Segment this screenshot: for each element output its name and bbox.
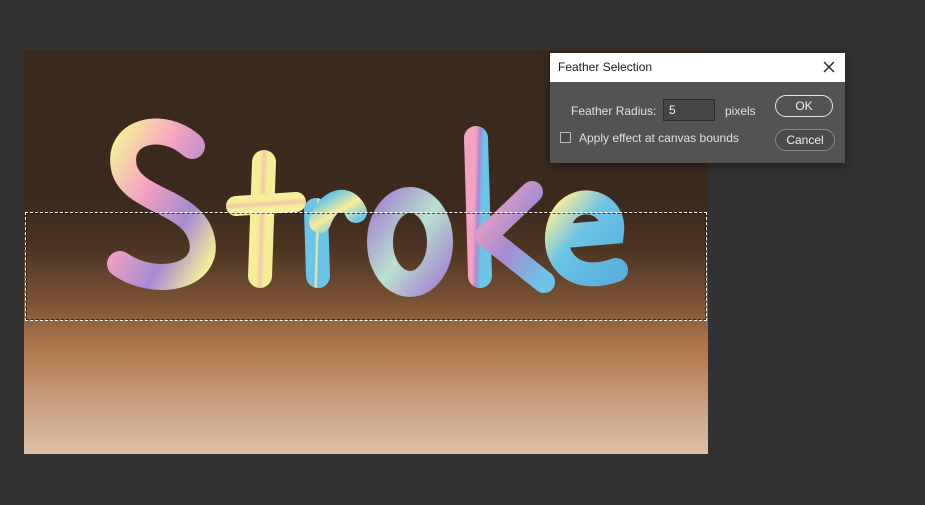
ok-button[interactable]: OK — [775, 95, 833, 117]
feather-radius-input[interactable] — [663, 99, 715, 121]
pixels-unit-label: pixels — [725, 104, 756, 118]
close-icon — [823, 61, 835, 73]
feather-selection-dialog: Feather Selection Feather Radius: pixels… — [550, 53, 845, 163]
canvas-bounds-label[interactable]: Apply effect at canvas bounds — [579, 131, 739, 145]
dialog-title: Feather Selection — [558, 60, 653, 74]
canvas-bounds-checkbox[interactable] — [560, 132, 571, 143]
marquee-selection[interactable] — [25, 212, 707, 321]
feather-radius-label: Feather Radius: — [571, 104, 657, 118]
dialog-titlebar[interactable]: Feather Selection — [550, 53, 845, 82]
close-button[interactable] — [819, 57, 839, 77]
cancel-button[interactable]: Cancel — [775, 129, 835, 151]
workspace: Feather Selection Feather Radius: pixels… — [0, 0, 925, 505]
